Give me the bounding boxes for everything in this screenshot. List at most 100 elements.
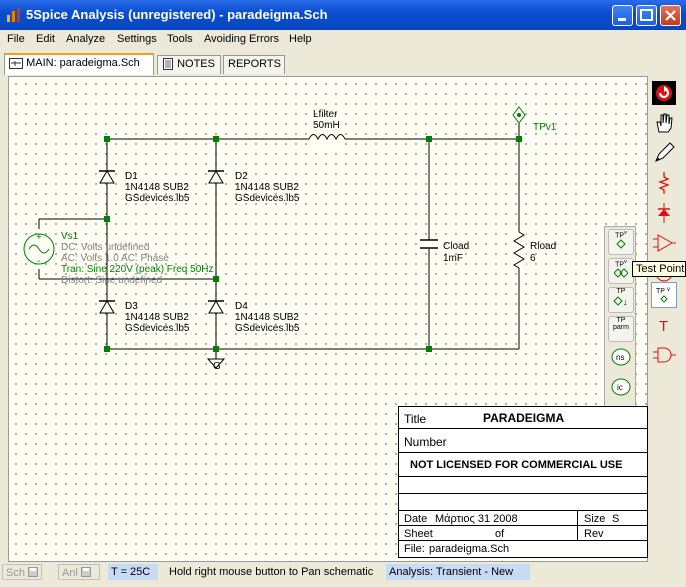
diode-d3[interactable] [99, 300, 115, 314]
title-row: Title PARADEIGMA [399, 407, 647, 429]
pan-tool[interactable] [651, 110, 677, 136]
minimize-button[interactable] [612, 5, 633, 26]
menu-analyze[interactable]: Analyze [66, 33, 105, 45]
tp-voltage-diff-button[interactable]: TPv [608, 258, 634, 284]
menu-avoiding-errors[interactable]: Avoiding Errors [204, 33, 279, 45]
svg-text:+: + [36, 232, 42, 243]
voltage-source-vs1[interactable]: + - [23, 232, 55, 267]
d2-model: 1N4148 SUB2 [235, 182, 299, 193]
resistor-tool[interactable] [651, 170, 677, 196]
resistor-icon [658, 172, 670, 194]
sheet-row: Sheet of Rev [399, 526, 647, 541]
rev-label: Rev [584, 528, 604, 540]
menu-file[interactable]: File [7, 33, 25, 45]
opamp-tool[interactable] [651, 230, 677, 256]
tp-current-button[interactable]: TP ↓ [608, 287, 634, 313]
size-value: S [612, 513, 620, 525]
analysis-status: Analysis: Transient - New [386, 564, 530, 580]
tp-current-icon: ↓ [613, 296, 628, 307]
d4-name: D4 [235, 301, 248, 312]
tab-reports[interactable]: REPORTS [223, 55, 285, 74]
status-bar: Sch Anl T = 25C Hold right mouse button … [0, 562, 686, 587]
maximize-button[interactable] [636, 5, 657, 26]
tp-btn3-top: TP [616, 288, 626, 295]
inductor-lfilter[interactable] [308, 133, 346, 145]
tp-btn2-sub: v [624, 259, 627, 265]
maximize-icon [640, 9, 653, 21]
rload-name: Rload [530, 241, 556, 252]
d2-name: D2 [235, 171, 248, 182]
tp-btn4-sub: parm [613, 324, 629, 331]
tp-diamond-icon [616, 239, 626, 250]
cload-value: 1mF [443, 253, 463, 264]
refresh-tool[interactable] [651, 80, 677, 106]
testpoint-flyout: TPv TPv TP ↓ TP parm ns ic [604, 226, 636, 408]
diode-d4[interactable] [208, 300, 224, 314]
file-label: File: [404, 543, 425, 555]
blank-row-2 [399, 494, 647, 511]
d3-lib: GSdevices.lb5 [125, 323, 190, 334]
menu-settings[interactable]: Settings [117, 33, 157, 45]
tab-bar: MAIN: paradeigma.Sch NOTES REPORTS [0, 52, 686, 76]
diode-icon [658, 203, 670, 223]
tp-btn1-top: TP [615, 232, 625, 240]
d1-name: D1 [125, 171, 138, 182]
tpv1-label: TPv1 [533, 122, 557, 133]
text-tool[interactable]: T [651, 312, 677, 338]
file-row: File: paradeigma.Sch [399, 541, 647, 557]
sch-label: Sch [6, 567, 25, 579]
resistor-rload[interactable] [512, 231, 526, 269]
date-row: Date Μάρτιος 31 2008 Size S [399, 511, 647, 526]
sheet-label: Sheet [404, 528, 433, 540]
nodeset-button[interactable]: ns [608, 345, 634, 371]
refresh-icon [652, 81, 676, 105]
d4-model: 1N4148 SUB2 [235, 312, 299, 323]
vs1-dc: DC: Volts undefined [61, 242, 149, 253]
sch-status[interactable]: Sch [2, 564, 42, 580]
testpoint-icon: TP v [656, 287, 670, 303]
menu-help[interactable]: Help [289, 33, 312, 45]
tp-btn6-sub: ic [617, 383, 623, 392]
vs1-distort: Distort: Sine undefined [61, 275, 162, 286]
tab-notes-label: NOTES [177, 58, 215, 70]
anl-status[interactable]: Anl [58, 564, 100, 580]
d3-name: D3 [125, 301, 138, 312]
diode-d2[interactable] [208, 170, 224, 184]
tooltip: Test Point, [632, 261, 686, 277]
testpoint-tool[interactable]: TP v [651, 282, 677, 308]
app-icon [7, 8, 20, 22]
tp-btn2-top: TP [615, 261, 625, 269]
diode-tool[interactable] [651, 200, 677, 226]
right-toolbar-filler [648, 376, 678, 562]
initial-condition-button[interactable]: ic [608, 375, 634, 401]
tp-voltage-button[interactable]: TPv [608, 229, 634, 255]
menu-tools[interactable]: Tools [167, 33, 193, 45]
diode-d1[interactable] [99, 170, 115, 184]
close-button[interactable] [660, 5, 681, 26]
logic-tool[interactable] [651, 342, 677, 368]
window-titlebar[interactable]: 5Spice Analysis (unregistered) - paradei… [0, 0, 686, 30]
title-block: Title PARADEIGMA Number NOT LICENSED FOR… [398, 406, 648, 558]
test-point-tpv1[interactable] [512, 106, 526, 124]
number-row: Number [399, 429, 647, 453]
d1-model: 1N4148 SUB2 [125, 182, 189, 193]
title-label: Title [404, 412, 427, 426]
tp-btn3-sub: ↓ [623, 297, 628, 307]
close-icon [665, 10, 676, 21]
capacitor-cload[interactable] [419, 239, 439, 249]
tp-param-button[interactable]: TP parm [608, 316, 634, 342]
tp-diff-icon [614, 268, 628, 279]
draw-tool[interactable] [651, 140, 677, 166]
vs1-ac: AC: Volts 1.0 AC: Phase [61, 253, 169, 264]
notes-icon [163, 58, 173, 71]
minimize-icon [618, 18, 626, 21]
rload-value: 6 [530, 253, 536, 264]
tab-main[interactable]: MAIN: paradeigma.Sch [4, 53, 154, 75]
tab-notes[interactable]: NOTES [157, 55, 221, 74]
initial-condition-icon: ic [611, 378, 631, 396]
hand-icon [656, 113, 673, 133]
d2-lib: GSdevices.lb5 [235, 193, 300, 204]
menu-edit[interactable]: Edit [36, 33, 55, 45]
schematic-icon [9, 57, 23, 69]
logic-gate-icon [653, 347, 676, 363]
